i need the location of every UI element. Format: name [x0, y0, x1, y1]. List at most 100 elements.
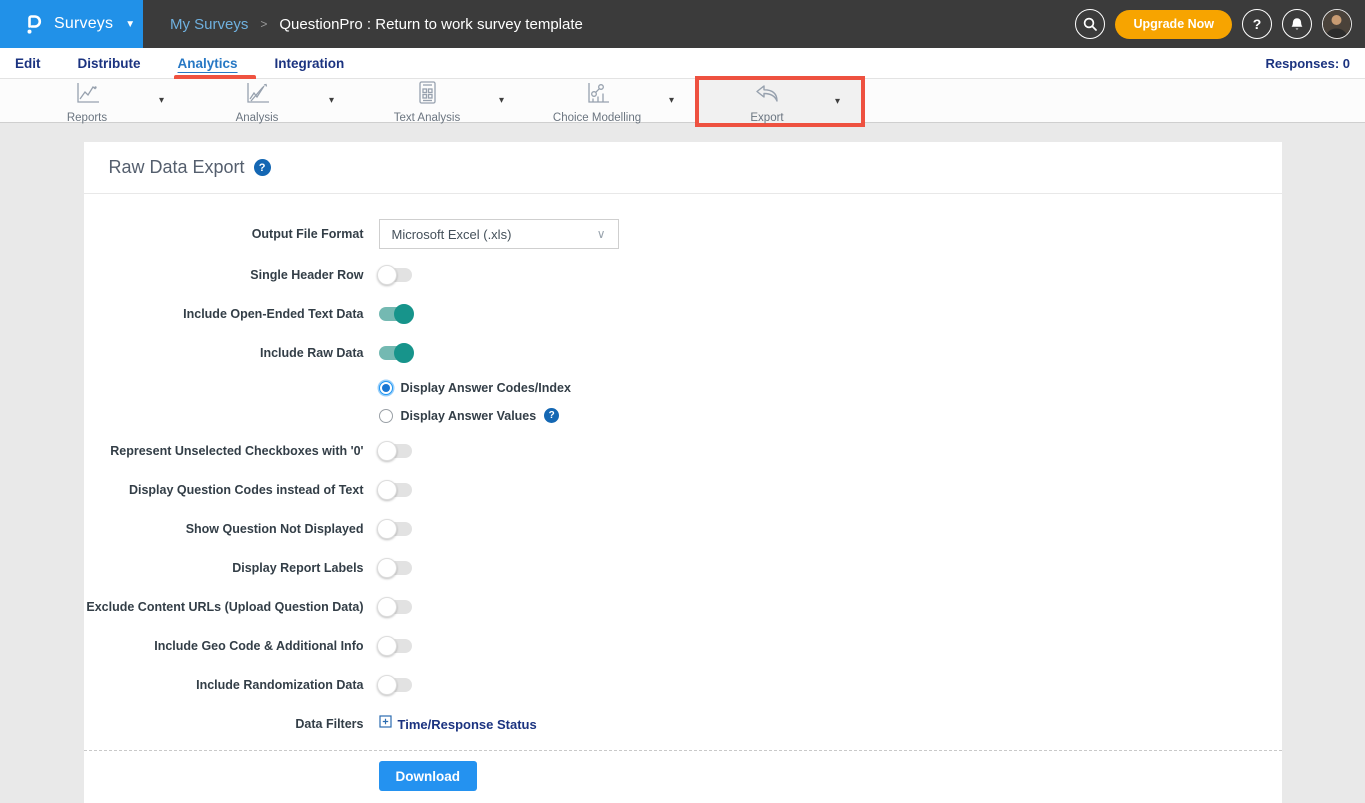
choice-modelling-icon [584, 81, 611, 111]
form-row-label: Data Filters [84, 717, 364, 732]
toggle-display-question-codes-instead-of-text[interactable] [379, 483, 412, 497]
form-row: Include Randomization Data [84, 672, 1282, 698]
radio-button[interactable] [379, 409, 393, 423]
panel-footer: Download [84, 751, 1282, 803]
toggle-exclude-content-urls-upload-question-data[interactable] [379, 600, 412, 614]
toolbar-dropdown-caret[interactable]: ▾ [499, 95, 525, 106]
toolbar-dropdown-caret[interactable]: ▾ [329, 95, 355, 106]
toggle-knob [377, 441, 397, 461]
toggle-knob [377, 519, 397, 539]
toggle-knob [377, 597, 397, 617]
select-value: Microsoft Excel (.xls) [392, 227, 512, 242]
notifications-bell-icon[interactable] [1282, 9, 1312, 39]
toolbar-item-reports[interactable]: Reports ▾ [15, 79, 185, 122]
questionpro-logo-icon [22, 12, 44, 36]
toggle-knob [377, 636, 397, 656]
form-row: Represent Unselected Checkboxes with '0' [84, 438, 1282, 464]
toggle-knob [377, 480, 397, 500]
toggle-include-geo-code-additional-info[interactable] [379, 639, 412, 653]
export-options-form: Output File Format Microsoft Excel (.xls)… [84, 194, 1282, 737]
toggle-include-raw-data[interactable] [379, 346, 412, 360]
radio-display-answer-codes-index[interactable]: Display Answer Codes/Index [379, 381, 571, 395]
toggle-knob [394, 343, 414, 363]
radio-label: Display Answer Codes/Index [401, 381, 571, 395]
toggle-single-header-row[interactable] [379, 268, 412, 282]
chevron-down-icon: ∨ [597, 227, 606, 241]
toolbar-item-text-analysis[interactable]: Text Analysis ▾ [355, 79, 525, 122]
search-icon[interactable] [1075, 9, 1105, 39]
toolbar-item-label: Analysis [236, 112, 279, 124]
breadcrumb: My Surveys > QuestionPro : Return to wor… [143, 0, 1075, 48]
tab-analytics[interactable]: Analytics [178, 48, 238, 78]
toggle-knob [394, 304, 414, 324]
form-row-label: Include Open-Ended Text Data [84, 307, 364, 322]
toggle-represent-unselected-checkboxes-with-0[interactable] [379, 444, 412, 458]
help-icon[interactable]: ? [544, 408, 559, 423]
form-row: Include Raw Data [84, 340, 1282, 366]
form-row-label: Include Randomization Data [84, 678, 364, 693]
form-row: Display Report Labels [84, 555, 1282, 581]
toggle-include-open-ended-text-data[interactable] [379, 307, 412, 321]
radio-button[interactable] [379, 381, 393, 395]
radio-label: Display Answer Values [401, 409, 537, 423]
toolbar-item-analysis[interactable]: Analysis ▾ [185, 79, 355, 122]
breadcrumb-separator: > [260, 17, 267, 31]
form-row-label: Display Report Labels [84, 561, 364, 576]
toggle-knob [377, 265, 397, 285]
chevron-down-icon: ▼ [125, 19, 135, 30]
app-switcher[interactable]: Surveys ▼ [0, 0, 143, 48]
survey-title: QuestionPro : Return to work survey temp… [279, 16, 582, 33]
tab-integration[interactable]: Integration [275, 48, 345, 78]
panel-header: Raw Data Export ? [84, 142, 1282, 194]
tab-distribute[interactable]: Distribute [78, 48, 141, 78]
form-row-label: Include Geo Code & Additional Info [84, 639, 364, 654]
toolbar-item-label: Text Analysis [394, 112, 460, 124]
analytics-toolbar: Reports▾Analysis▾Text Analysis▾Choice Mo… [0, 79, 1365, 123]
brand-label: Surveys [54, 15, 113, 33]
answer-display-radio-group: Display Answer Codes/Index Display Answer… [379, 379, 571, 425]
tab-edit[interactable]: Edit [15, 48, 41, 78]
toggle-include-randomization-data[interactable] [379, 678, 412, 692]
reports-chart-icon [74, 81, 101, 111]
raw-data-export-panel: Raw Data Export ? Output File Format Micr… [84, 142, 1282, 803]
panel-title: Raw Data Export [109, 157, 245, 178]
form-row: Include Geo Code & Additional Info [84, 633, 1282, 659]
output-file-format-select[interactable]: Microsoft Excel (.xls) ∨ [379, 219, 619, 249]
toolbar-item-export[interactable]: Export ▾ [695, 76, 865, 127]
form-row-label: Represent Unselected Checkboxes with '0' [84, 444, 364, 459]
plus-square-icon [379, 715, 392, 733]
link-label: Time/Response Status [398, 717, 537, 732]
help-circle-icon[interactable]: ? [1242, 9, 1272, 39]
download-button[interactable]: Download [379, 761, 478, 791]
time-response-status-link[interactable]: Time/Response Status [379, 715, 537, 733]
toolbar-item-label: Reports [67, 112, 107, 124]
text-analysis-icon [415, 80, 439, 111]
panel-help-icon[interactable]: ? [254, 159, 271, 176]
user-avatar[interactable] [1322, 9, 1352, 39]
form-row-label: Output File Format [84, 227, 364, 242]
toggle-show-question-not-displayed[interactable] [379, 522, 412, 536]
breadcrumb-my-surveys[interactable]: My Surveys [170, 16, 248, 33]
form-row: Data Filters Time/Response Status [84, 711, 1282, 737]
top-bar: Surveys ▼ My Surveys > QuestionPro : Ret… [0, 0, 1365, 48]
toggle-display-report-labels[interactable] [379, 561, 412, 575]
page-content: Raw Data Export ? Output File Format Micr… [0, 123, 1365, 803]
toolbar-item-label: Export [750, 112, 783, 124]
toolbar-dropdown-caret[interactable]: ▾ [159, 95, 185, 106]
form-row: Display Answer Codes/Index Display Answer… [84, 379, 1282, 425]
responses-count: Responses: 0 [1265, 56, 1350, 71]
form-row-label: Include Raw Data [84, 346, 364, 361]
export-arrow-icon [752, 82, 782, 111]
toolbar-item-choice-modelling[interactable]: Choice Modelling ▾ [525, 79, 695, 122]
toolbar-dropdown-caret[interactable]: ▾ [835, 96, 861, 107]
toggle-knob [377, 675, 397, 695]
toolbar-dropdown-caret[interactable]: ▾ [669, 95, 695, 106]
form-row: Output File Format Microsoft Excel (.xls)… [84, 219, 1282, 249]
topbar-actions: Upgrade Now ? [1075, 0, 1365, 48]
toolbar-item-label: Choice Modelling [553, 112, 641, 124]
radio-display-answer-values[interactable]: Display Answer Values? [379, 408, 571, 423]
upgrade-now-button[interactable]: Upgrade Now [1115, 10, 1232, 39]
toggle-knob [377, 558, 397, 578]
form-row-label: Show Question Not Displayed [84, 522, 364, 537]
form-row: Show Question Not Displayed [84, 516, 1282, 542]
